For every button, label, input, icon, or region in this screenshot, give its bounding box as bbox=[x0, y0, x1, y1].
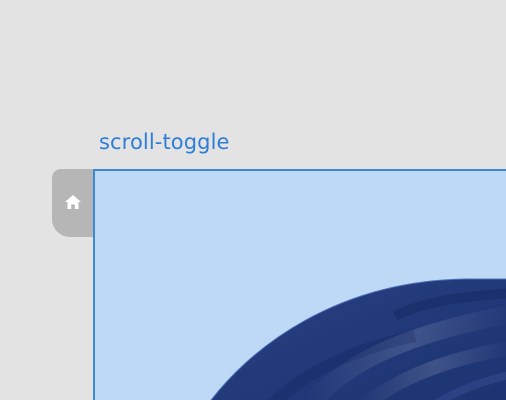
fabric-image bbox=[210, 278, 506, 400]
element-label: scroll-toggle bbox=[99, 130, 230, 154]
canvas: scroll-toggle bbox=[0, 0, 506, 400]
home-icon bbox=[65, 195, 81, 209]
scroll-toggle-frame[interactable] bbox=[93, 169, 506, 400]
home-tab-button[interactable] bbox=[52, 169, 94, 237]
